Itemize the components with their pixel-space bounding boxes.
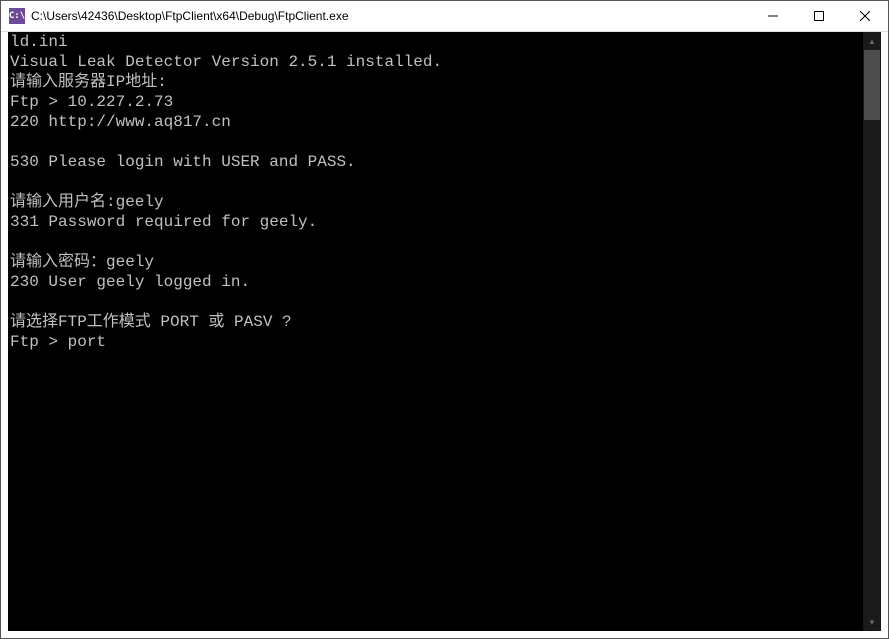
close-button[interactable] (842, 1, 888, 31)
console-window: C:\ C:\Users\42436\Desktop\FtpClient\x64… (0, 0, 889, 639)
vertical-scrollbar[interactable]: ▲ ▼ (863, 32, 881, 631)
scroll-up-arrow-icon[interactable]: ▲ (863, 32, 881, 50)
maximize-icon (814, 11, 824, 21)
minimize-button[interactable] (750, 1, 796, 31)
close-icon (860, 11, 870, 21)
titlebar[interactable]: C:\ C:\Users\42436\Desktop\FtpClient\x64… (1, 1, 888, 32)
window-title: C:\Users\42436\Desktop\FtpClient\x64\Deb… (31, 9, 750, 23)
minimize-icon (768, 11, 778, 21)
window-controls (750, 1, 888, 31)
app-icon: C:\ (9, 8, 25, 24)
scroll-down-arrow-icon[interactable]: ▼ (863, 613, 881, 631)
console-area[interactable]: ld.ini Visual Leak Detector Version 2.5.… (8, 32, 881, 631)
maximize-button[interactable] (796, 1, 842, 31)
app-icon-text: C:\ (9, 11, 25, 21)
scrollbar-thumb[interactable] (864, 50, 880, 120)
console-output: ld.ini Visual Leak Detector Version 2.5.… (8, 32, 863, 631)
